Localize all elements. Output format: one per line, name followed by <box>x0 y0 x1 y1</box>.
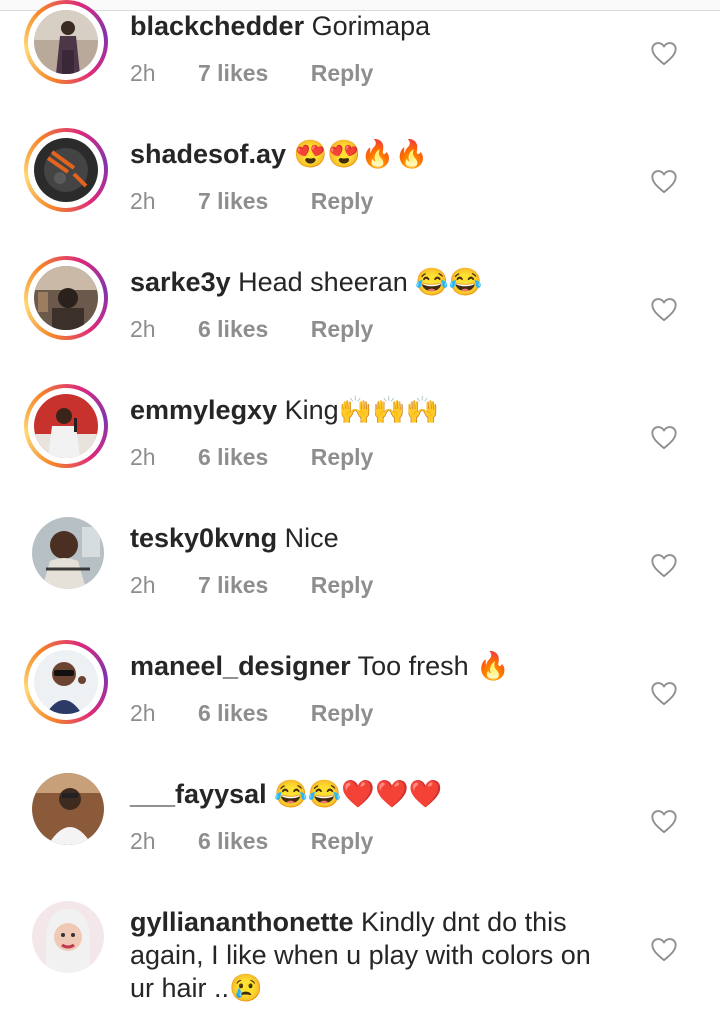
comment-text: emmylegxy King🙌🙌🙌 <box>130 394 610 427</box>
comment-item: sarke3y Head sheeran 😂😂 2h 6 likes Reply <box>0 256 720 394</box>
comment-time: 2h <box>130 188 156 214</box>
comment-meta: 2h 6 likes Reply <box>130 828 409 855</box>
comment-meta: 2h 7 likes Reply <box>130 60 409 87</box>
comment-time: 2h <box>130 316 156 342</box>
comment-item: emmylegxy King🙌🙌🙌 2h 6 likes Reply <box>0 384 720 522</box>
comment-item: maneel_designer Too fresh 🔥 2h 6 likes R… <box>0 640 720 778</box>
comment-item: gylliananthonette Kindly dnt do this aga… <box>0 901 720 1021</box>
avatar[interactable] <box>34 650 98 714</box>
comment-username[interactable]: sarke3y <box>130 267 231 297</box>
comment-username[interactable]: shadesof.ay <box>130 139 286 169</box>
comment-item: ___fayysal 😂😂❤️❤️❤️ 2h 6 likes Reply <box>0 773 720 906</box>
comment-username[interactable]: blackchedder <box>130 11 304 41</box>
comment-likes[interactable]: 7 likes <box>198 188 268 214</box>
avatar-story-ring[interactable] <box>24 0 108 84</box>
comment-time: 2h <box>130 444 156 470</box>
comment-username[interactable]: tesky0kvng <box>130 523 277 553</box>
comment-time: 2h <box>130 828 156 854</box>
reply-button[interactable]: Reply <box>311 444 374 470</box>
comment-likes[interactable]: 7 likes <box>198 60 268 86</box>
comment-text: tesky0kvng Nice <box>130 522 610 555</box>
comment-text: shadesof.ay 😍😍🔥🔥 <box>130 138 610 171</box>
reply-button[interactable]: Reply <box>311 700 374 726</box>
heart-outline-icon[interactable] <box>650 808 678 834</box>
comment-time: 2h <box>130 572 156 598</box>
comment-text: ___fayysal 😂😂❤️❤️❤️ <box>130 778 610 811</box>
reply-button[interactable]: Reply <box>311 828 374 854</box>
comment-body: Too fresh 🔥 <box>357 651 510 681</box>
comment-text: sarke3y Head sheeran 😂😂 <box>130 266 610 299</box>
comment-item: blackchedder Gorimapa 2h 7 likes Reply <box>0 0 720 138</box>
comment-body: 😂😂❤️❤️❤️ <box>274 779 443 809</box>
comment-text: gylliananthonette Kindly dnt do this aga… <box>130 906 610 1005</box>
comment-meta: 2h 6 likes Reply <box>130 700 409 727</box>
heart-outline-icon[interactable] <box>650 40 678 66</box>
avatar[interactable] <box>32 517 104 589</box>
avatar[interactable] <box>32 901 104 973</box>
comment-body: Nice <box>284 523 339 553</box>
comment-meta: 2h 7 likes Reply <box>130 572 409 599</box>
avatar[interactable] <box>34 394 98 458</box>
avatar[interactable] <box>34 10 98 74</box>
comment-likes[interactable]: 7 likes <box>198 572 268 598</box>
avatar[interactable] <box>34 266 98 330</box>
comment-username[interactable]: ___fayysal <box>130 779 267 809</box>
comment-text: maneel_designer Too fresh 🔥 <box>130 650 610 683</box>
reply-button[interactable]: Reply <box>311 572 374 598</box>
comment-body: Head sheeran 😂😂 <box>238 267 483 297</box>
avatar[interactable] <box>32 773 104 845</box>
comment-username[interactable]: emmylegxy <box>130 395 277 425</box>
comment-likes[interactable]: 6 likes <box>198 700 268 726</box>
heart-outline-icon[interactable] <box>650 936 678 962</box>
comment-item: tesky0kvng Nice 2h 7 likes Reply <box>0 517 720 650</box>
comment-item: shadesof.ay 😍😍🔥🔥 2h 7 likes Reply <box>0 128 720 266</box>
comment-body: King🙌🙌🙌 <box>284 395 440 425</box>
comment-username[interactable]: gylliananthonette <box>130 907 354 937</box>
reply-button[interactable]: Reply <box>311 316 374 342</box>
comment-likes[interactable]: 6 likes <box>198 316 268 342</box>
heart-outline-icon[interactable] <box>650 552 678 578</box>
comment-likes[interactable]: 6 likes <box>198 828 268 854</box>
comment-time: 2h <box>130 700 156 726</box>
heart-outline-icon[interactable] <box>650 296 678 322</box>
comment-likes[interactable]: 6 likes <box>198 444 268 470</box>
comment-body: Gorimapa <box>311 11 431 41</box>
comment-time: 2h <box>130 60 156 86</box>
comment-body: 😍😍🔥🔥 <box>293 139 429 169</box>
heart-outline-icon[interactable] <box>650 680 678 706</box>
avatar-story-ring[interactable] <box>24 640 108 724</box>
comment-username[interactable]: maneel_designer <box>130 651 351 681</box>
avatar-story-ring[interactable] <box>24 384 108 468</box>
comment-meta: 2h 6 likes Reply <box>130 316 409 343</box>
comment-meta: 2h 6 likes Reply <box>130 444 409 471</box>
reply-button[interactable]: Reply <box>311 60 374 86</box>
heart-outline-icon[interactable] <box>650 168 678 194</box>
avatar-story-ring[interactable] <box>24 256 108 340</box>
comment-text: blackchedder Gorimapa <box>130 10 610 43</box>
comment-meta: 2h 7 likes Reply <box>130 188 409 215</box>
avatar-story-ring[interactable] <box>24 128 108 212</box>
heart-outline-icon[interactable] <box>650 424 678 450</box>
reply-button[interactable]: Reply <box>311 188 374 214</box>
avatar[interactable] <box>34 138 98 202</box>
